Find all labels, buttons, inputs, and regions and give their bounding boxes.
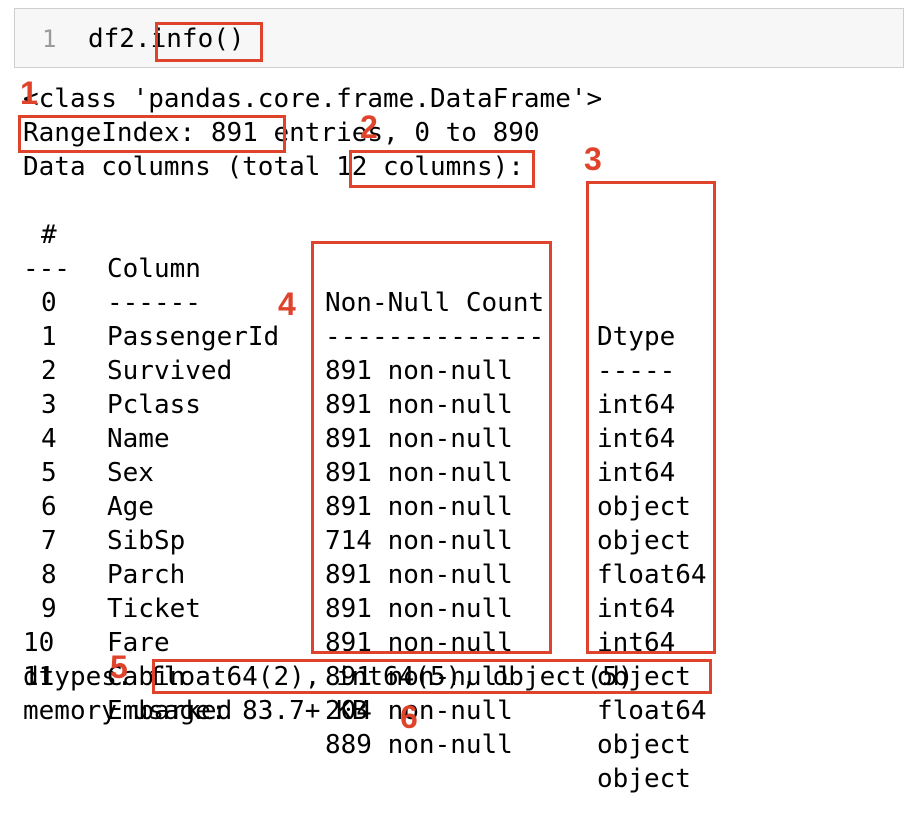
- annotation-number-1: 1: [20, 75, 38, 111]
- class-line: <class 'pandas.core.frame.DataFrame'>: [23, 84, 603, 114]
- memory-usage: memory usage: 83.7+ KB: [23, 696, 368, 726]
- table-row: 8 Ticket 891 non-null object: [23, 524, 883, 692]
- cell-output: <class 'pandas.core.frame.DataFrame'> Ra…: [23, 0, 903, 794]
- row-dtype: float64: [597, 696, 707, 726]
- table-row: 0 PassengerId 891 non-null int64: [23, 252, 883, 420]
- table-row: 7 Parch 891 non-null int64: [23, 490, 883, 658]
- dtypes-summary: float64(2), int64(5), object(5): [148, 662, 634, 692]
- table-row: 2 Pclass 891 non-null int64: [23, 320, 883, 488]
- data-columns-prefix: Data columns (total: [23, 152, 337, 182]
- columns-count: 12 columns: [336, 152, 493, 182]
- table-row: 4 Sex 891 non-null object: [23, 388, 883, 556]
- table-row: 3 Name 891 non-null object: [23, 354, 883, 522]
- annotation-number-5: 5: [110, 649, 128, 685]
- annotation-number-3: 3: [584, 141, 602, 177]
- table-row: 9 Fare 891 non-null float64: [23, 558, 883, 726]
- row-dtype: object: [597, 764, 691, 794]
- data-columns-suffix: ):: [492, 152, 524, 182]
- data-columns-line: Data columns (total 12 columns):: [23, 150, 524, 184]
- table-row: 5 Age 714 non-null float64: [23, 422, 883, 590]
- annotation-number-4: 4: [278, 286, 296, 322]
- row-non-null-count: 889 non-null: [325, 730, 513, 760]
- range-index: RangeIndex: 891: [23, 118, 258, 148]
- table-row: 10 Cabin 204 non-null object: [23, 592, 883, 760]
- range-index-line: RangeIndex: 891 entries, 0 to 890: [23, 116, 540, 150]
- table-separator: --- ------ -------------- -----: [23, 218, 883, 386]
- entries-text: entries, 0 to 890: [257, 118, 540, 148]
- annotation-number-2: 2: [360, 109, 378, 145]
- table-row: 11 Embarked 889 non-null object: [23, 626, 883, 794]
- annotation-number-6: 6: [400, 699, 418, 735]
- table-row: 6 SibSp 891 non-null int64: [23, 456, 883, 624]
- table-row: 1 Survived 891 non-null int64: [23, 286, 883, 454]
- row-dtype: object: [597, 730, 691, 760]
- table-header: # Column Non-Null Count Dtype: [23, 184, 883, 352]
